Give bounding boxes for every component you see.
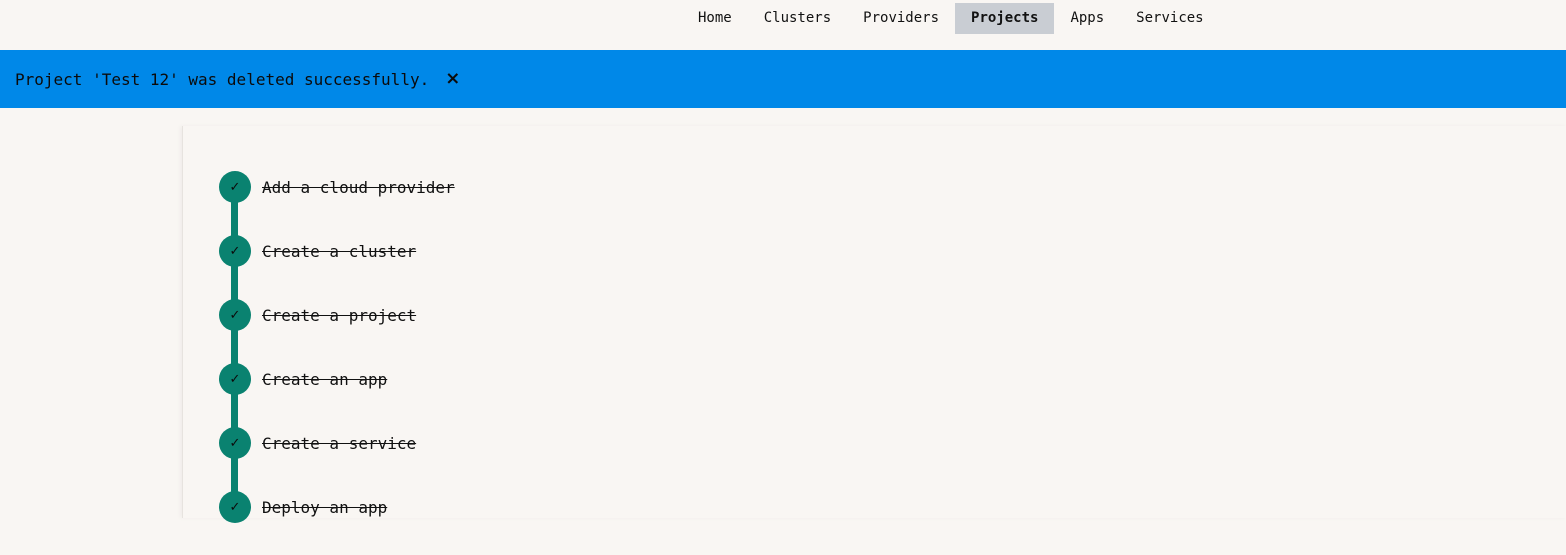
step-complete-indicator: ✓ xyxy=(219,299,251,331)
notification-banner: Project 'Test 12' was deleted successful… xyxy=(0,50,1566,108)
checklist-step: ✓ Create an app xyxy=(219,363,819,443)
nav-menu: Home Clusters Providers Projects Apps Se… xyxy=(682,3,1220,34)
nav-item-providers[interactable]: Providers xyxy=(847,3,955,34)
step-label-deploy-app[interactable]: Deploy an app xyxy=(262,498,387,517)
step-label-add-cloud-provider[interactable]: Add a cloud provider xyxy=(262,178,455,197)
checklist-step: ✓ Create a project xyxy=(219,299,819,379)
check-icon: ✓ xyxy=(229,243,241,259)
step-complete-indicator: ✓ xyxy=(219,491,251,523)
step-complete-indicator: ✓ xyxy=(219,363,251,395)
onboarding-checklist: ✓ Add a cloud provider ✓ Create a cluste… xyxy=(219,171,819,555)
step-complete-indicator: ✓ xyxy=(219,235,251,267)
step-complete-indicator: ✓ xyxy=(219,171,251,203)
check-icon: ✓ xyxy=(229,499,241,515)
notification-message: Project 'Test 12' was deleted successful… xyxy=(15,69,430,89)
checklist-step: ✓ Create a service xyxy=(219,427,819,507)
checklist-step: ✓ Deploy an app xyxy=(219,491,819,555)
check-icon: ✓ xyxy=(229,371,241,387)
nav-item-home[interactable]: Home xyxy=(682,3,748,34)
top-navigation: Home Clusters Providers Projects Apps Se… xyxy=(0,0,1566,50)
checklist-step: ✓ Add a cloud provider xyxy=(219,171,819,251)
content-panel: ✓ Add a cloud provider ✓ Create a cluste… xyxy=(182,126,1566,523)
nav-item-projects[interactable]: Projects xyxy=(955,3,1055,34)
step-label-create-app[interactable]: Create an app xyxy=(262,370,387,389)
nav-item-services[interactable]: Services xyxy=(1120,3,1219,34)
close-icon[interactable]: × xyxy=(445,70,460,88)
check-icon: ✓ xyxy=(229,435,241,451)
step-label-create-cluster[interactable]: Create a cluster xyxy=(262,242,416,261)
nav-item-apps[interactable]: Apps xyxy=(1054,3,1120,34)
nav-item-clusters[interactable]: Clusters xyxy=(748,3,847,34)
checklist-step: ✓ Create a cluster xyxy=(219,235,819,315)
step-label-create-service[interactable]: Create a service xyxy=(262,434,416,453)
check-icon: ✓ xyxy=(229,179,241,195)
step-label-create-project[interactable]: Create a project xyxy=(262,306,416,325)
step-complete-indicator: ✓ xyxy=(219,427,251,459)
check-icon: ✓ xyxy=(229,307,241,323)
